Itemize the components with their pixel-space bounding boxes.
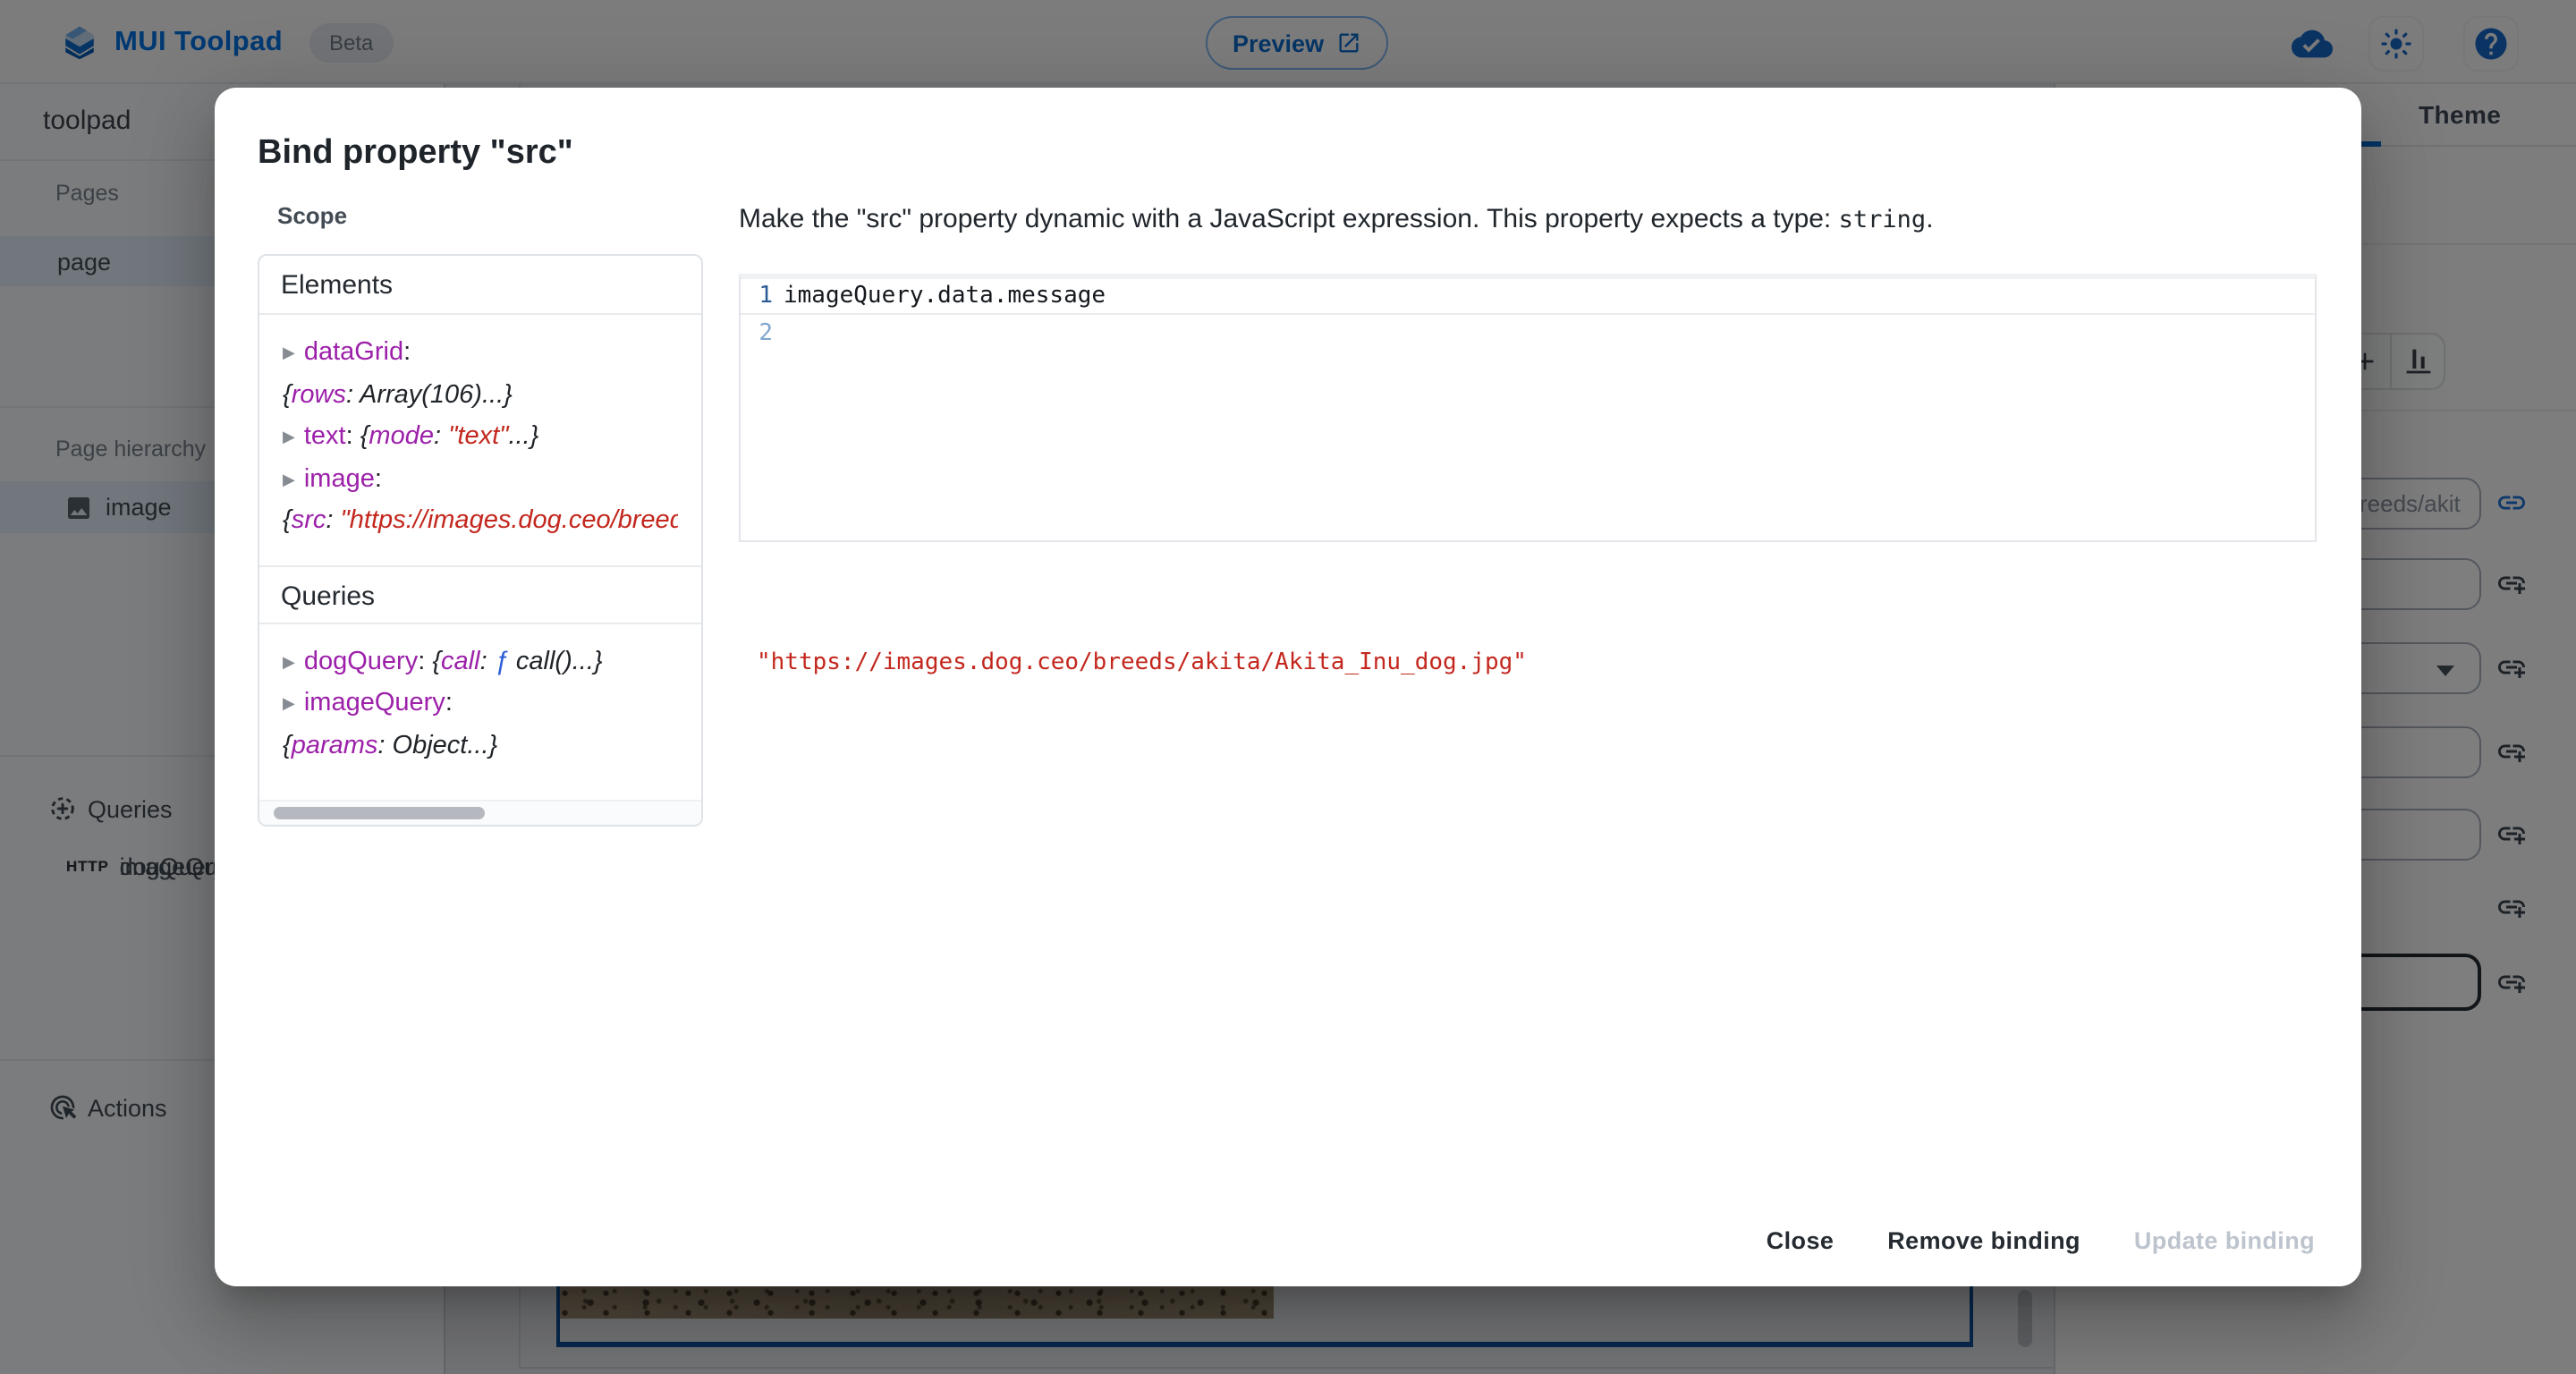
preview-segment: : Array(106)...}: [346, 380, 513, 409]
toolpad-app: MUI Toolpad Beta Preview: [0, 0, 2576, 1374]
preview-segment: src: [292, 506, 326, 535]
colon: :: [445, 689, 453, 717]
preview-segment: "https://images.dog.ceo/breeds/akita/Aki…: [341, 506, 679, 535]
query-name: imageQuery: [304, 689, 445, 717]
dialog-title: Bind property "src": [258, 134, 573, 174]
colon: :: [346, 422, 360, 451]
query-row-dogQuery[interactable]: ▶ dogQuery: {call: ƒ call()...}: [283, 641, 678, 683]
bind-description: Make the "src" property dynamic with a J…: [739, 204, 2295, 234]
elements-header: Elements: [259, 256, 701, 315]
scope-scrollbar-thumb[interactable]: [274, 807, 485, 819]
update-binding-button[interactable]: Update binding: [2113, 1213, 2336, 1268]
preview-segment: rows: [292, 380, 346, 409]
element-row-image[interactable]: ▶ image: {src: "https://images.dog.ceo/br…: [283, 459, 678, 543]
element-preview: {mode: "text"...}: [360, 422, 539, 451]
colon: :: [375, 464, 382, 493]
element-name: image: [304, 464, 375, 493]
query-preview: {call: ƒ call()...}: [432, 647, 602, 675]
preview-segment: {: [432, 647, 441, 675]
preview-segment: {: [283, 380, 292, 409]
elements-tree: ▶dataGrid: {rows: Array(106)...}▶text: {…: [259, 315, 701, 564]
expression-result-preview: "https://images.dog.ceo/breeds/akita/Aki…: [757, 649, 1527, 676]
queries-tree: ▶dogQuery: {call: ƒ call()...}▶imageQuer…: [259, 623, 701, 789]
preview-segment: :: [434, 422, 448, 451]
expression-code-editor[interactable]: 1imageQuery.data.message2: [739, 274, 2317, 542]
element-name: text: [304, 422, 346, 451]
remove-binding-button[interactable]: Remove binding: [1866, 1213, 2102, 1268]
expand-triangle-icon[interactable]: ▶: [283, 459, 295, 501]
preview-segment: ...}: [508, 422, 538, 451]
preview-segment: "text": [448, 422, 508, 451]
element-row-dataGrid[interactable]: ▶ dataGrid: {rows: Array(106)...}: [283, 333, 678, 417]
preview-segment: :: [326, 506, 340, 535]
scope-horizontal-scrollbar[interactable]: [259, 800, 701, 825]
preview-segment: call: [441, 647, 480, 675]
description-text: Make the "src" property dynamic with a J…: [739, 204, 1839, 234]
colon: :: [418, 647, 432, 675]
preview-segment: :: [480, 647, 495, 675]
expand-triangle-icon[interactable]: ▶: [283, 641, 295, 683]
query-name: dogQuery: [304, 647, 418, 675]
colon: :: [403, 338, 411, 367]
preview-segment: call()...}: [509, 647, 603, 675]
scope-label: Scope: [277, 202, 347, 229]
expand-triangle-icon[interactable]: ▶: [283, 417, 295, 459]
element-row-text[interactable]: ▶ text: {mode: "text"...}: [283, 417, 678, 459]
scope-panel: Elements ▶dataGrid: {rows: Array(106)...…: [258, 254, 703, 827]
preview-segment: params: [292, 731, 378, 759]
element-name: dataGrid: [304, 338, 403, 367]
preview-segment: {: [283, 731, 292, 759]
description-period: .: [1926, 204, 1933, 234]
preview-segment: : Object...}: [377, 731, 497, 759]
query-row-imageQuery[interactable]: ▶ imageQuery: {params: Object...}: [283, 683, 678, 768]
editor-line: 1imageQuery.data.message: [741, 279, 2315, 315]
expand-triangle-icon[interactable]: ▶: [283, 683, 295, 725]
line-number: 2: [741, 319, 773, 346]
preview-segment: {: [283, 506, 292, 535]
preview-segment: {: [360, 422, 369, 451]
dialog-actions: Close Remove binding Update binding: [1745, 1213, 2336, 1268]
queries-header: Queries: [259, 564, 701, 623]
expected-type: string: [1839, 206, 1927, 234]
editor-line: 2: [741, 315, 2315, 351]
line-number: 1: [741, 283, 773, 310]
element-preview: {rows: Array(106)...}: [283, 375, 678, 417]
editor-code[interactable]: imageQuery.data.message: [773, 283, 1106, 310]
bind-property-dialog: Bind property "src" Scope Elements ▶ data…: [215, 88, 2361, 1286]
expand-triangle-icon[interactable]: ▶: [283, 333, 295, 375]
preview-segment: ƒ: [495, 647, 509, 675]
element-preview: {src: "https://images.dog.ceo/breeds/aki…: [283, 501, 678, 543]
query-preview: {params: Object...}: [283, 725, 678, 768]
preview-segment: mode: [369, 422, 434, 451]
close-button[interactable]: Close: [1745, 1213, 1856, 1268]
